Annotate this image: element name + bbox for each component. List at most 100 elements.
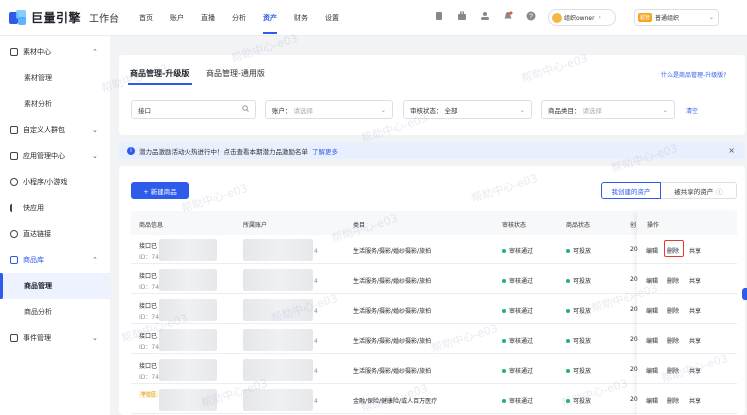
new-product-button[interactable]: + 新建商品 (131, 182, 189, 199)
sidebar: 素材中心 ⌃ 素材管理 素材分析 自定义人群包 ⌄ 应用管理中心 ⌄ 小程序/小游戏 … (0, 36, 110, 415)
shared-assets-tab[interactable]: 被共享的资产 ⓘ (661, 182, 737, 199)
account-suffix: 4 (314, 308, 318, 315)
status-dot (502, 399, 506, 403)
delete-button[interactable]: 删除 (667, 366, 679, 375)
search-input[interactable]: 接口 (131, 100, 256, 119)
nav-finance[interactable]: 财务 (294, 13, 308, 23)
logo[interactable]: 巨量引擎 工作台 (9, 9, 119, 26)
product-category: 生活服务/摄影/婚纱摄影/旅拍 (353, 338, 432, 345)
category-select[interactable]: 商品类目： 请选择 ⌄ (541, 100, 675, 119)
delete-button-highlight (664, 240, 684, 257)
nav-settings[interactable]: 设置 (325, 13, 339, 23)
column-header: 商品状态 (566, 222, 591, 229)
my-assets-tab[interactable]: 我创建的资产 (601, 182, 661, 199)
feedback-tab[interactable] (742, 288, 747, 300)
product-name: 工作台 (89, 14, 120, 25)
chevron-up-icon: ⌃ (92, 48, 98, 56)
nav-assets[interactable]: 资产 (263, 13, 277, 34)
app-icon (10, 152, 18, 160)
clear-filters-link[interactable]: 清空 (686, 106, 698, 115)
status-dot (566, 249, 570, 253)
nav-account[interactable]: 账户 (170, 13, 184, 23)
sidebar-item-product-library[interactable]: 商品库 ⌃ (0, 247, 110, 273)
account-suffix: 4 (314, 368, 318, 375)
account-select[interactable]: 账户： 请选择 ⌄ (265, 100, 393, 119)
help-link[interactable]: 什么是商品管理-升级版? (661, 70, 726, 79)
share-button[interactable]: 共享 (689, 396, 701, 405)
chevron-down-icon: ⌄ (92, 334, 98, 342)
sidebar-item-mini-program[interactable]: 小程序/小游戏 (0, 169, 110, 195)
sidebar-item-direct-link[interactable]: 直达链接 (0, 221, 110, 247)
status-dot (502, 309, 506, 313)
product-status: 可投放 (566, 336, 591, 345)
account-name: 组织owner (564, 15, 595, 22)
sidebar-item-product-manage[interactable]: 商品管理 (0, 273, 110, 299)
chevron-down-icon: ⌄ (708, 14, 714, 21)
edit-button[interactable]: 编辑 (646, 276, 658, 285)
bell-icon[interactable] (503, 11, 513, 21)
active-tab-indicator (128, 83, 192, 85)
search-icon[interactable] (242, 105, 249, 114)
sidebar-item-material-analysis[interactable]: 素材分析 (0, 91, 110, 117)
share-button[interactable]: 共享 (689, 246, 701, 255)
edit-button[interactable]: 编辑 (646, 336, 658, 345)
tab-general[interactable]: 商品管理-通用版 (206, 68, 265, 79)
edit-button[interactable]: 编辑 (646, 306, 658, 315)
delete-button[interactable]: 删除 (667, 396, 679, 405)
sidebar-item-app-center[interactable]: 应用管理中心 ⌄ (0, 143, 110, 169)
sidebar-item-label: 快应用 (23, 204, 44, 212)
status-dot (566, 339, 570, 343)
sidebar-item-label: 应用管理中心 (23, 152, 65, 160)
account-select-placeholder: 请选择 (293, 106, 314, 115)
nav-live[interactable]: 直播 (201, 13, 215, 23)
nav-analysis[interactable]: 分析 (232, 13, 246, 23)
edit-button[interactable]: 编辑 (646, 366, 658, 375)
org-switcher[interactable]: 超管 普通组织 ⌄ (634, 9, 719, 26)
chevron-down-icon: ⌄ (519, 105, 525, 114)
org-role-badge: 超管 (638, 13, 653, 22)
nav-home[interactable]: 首页 (139, 13, 153, 23)
avatar (552, 12, 562, 23)
sidebar-item-material-center[interactable]: 素材中心 ⌃ (0, 39, 110, 65)
sidebar-item-product-analysis[interactable]: 商品分析 (0, 299, 110, 325)
sidebar-item-material-manage[interactable]: 素材管理 (0, 65, 110, 91)
product-id: ID：74 (139, 284, 160, 291)
product-category: 生活服务/摄影/婚纱摄影/旅拍 (353, 368, 432, 375)
org-name: 普通组织 (655, 15, 680, 22)
column-header: 商品信息 (139, 222, 164, 229)
share-button[interactable]: 共享 (689, 276, 701, 285)
edit-button[interactable]: 编辑 (646, 246, 658, 255)
account-switcher[interactable]: 组织owner › (548, 9, 616, 26)
sidebar-item-quick-app[interactable]: 快应用 (0, 195, 110, 221)
product-id: ID：74 (139, 254, 160, 261)
close-icon[interactable]: × (728, 146, 735, 155)
edit-button[interactable]: 编辑 (646, 396, 658, 405)
delete-button[interactable]: 删除 (667, 306, 679, 315)
audience-icon (10, 126, 18, 134)
top-icons: ? (434, 11, 536, 21)
shared-assets-label: 被共享的资产 (674, 187, 714, 196)
share-button[interactable]: 共享 (689, 306, 701, 315)
search-input-value: 接口 (138, 106, 151, 115)
delete-button[interactable]: 删除 (667, 276, 679, 285)
top-bar: 巨量引擎 工作台 首页 账户 直播 分析 资产 财务 设置 ? 组织owner … (0, 0, 747, 36)
sidebar-item-event-manage[interactable]: 事件管理 ⌄ (0, 325, 110, 351)
delete-button[interactable]: 删除 (667, 336, 679, 345)
review-status-select[interactable]: 审核状态： 全部 ⌄ (403, 100, 532, 119)
product-name: 接口已 (139, 243, 158, 250)
tab-upgraded[interactable]: 商品管理-升级版 (130, 68, 189, 79)
briefcase-icon[interactable] (457, 11, 467, 21)
redacted-block (159, 269, 217, 291)
product-category: 生活服务/摄影/婚纱摄影/旅拍 (353, 248, 432, 255)
team-icon[interactable] (480, 11, 490, 21)
account-suffix: 4 (314, 338, 318, 345)
share-button[interactable]: 共享 (689, 366, 701, 375)
grid-icon (10, 256, 18, 264)
share-button[interactable]: 共享 (689, 336, 701, 345)
main-nav: 首页 账户 直播 分析 资产 财务 设置 (139, 13, 356, 34)
help-icon[interactable]: ? (526, 11, 536, 21)
notice-learn-more-link[interactable]: 了解更多 (312, 146, 338, 156)
document-icon[interactable] (434, 11, 444, 21)
svg-text:?: ? (529, 14, 533, 21)
sidebar-item-custom-audience[interactable]: 自定义人群包 ⌄ (0, 117, 110, 143)
